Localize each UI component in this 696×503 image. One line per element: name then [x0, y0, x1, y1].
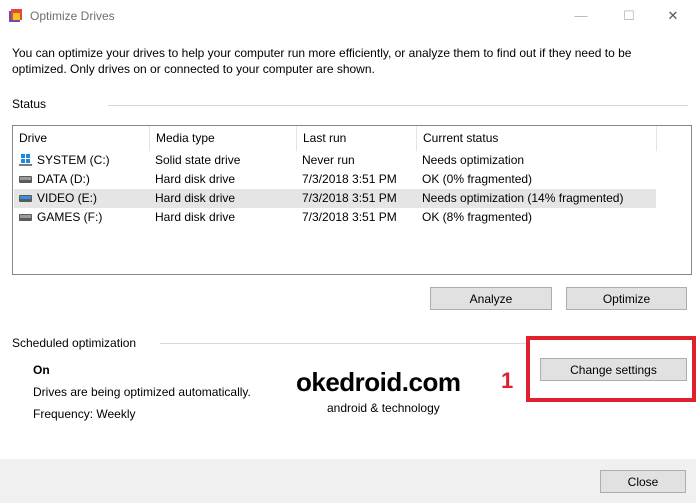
hard-drive-icon — [19, 176, 32, 183]
scheduled-section-label: Scheduled optimization — [12, 336, 137, 350]
drive-status: OK (0% fragmented) — [422, 172, 533, 186]
hard-drive-icon — [19, 214, 32, 221]
maximize-button[interactable]: ☐ — [606, 0, 652, 31]
optimize-drives-app-icon — [9, 9, 22, 22]
drive-row[interactable]: GAMES (F:) Hard disk drive 7/3/2018 3:51… — [14, 208, 656, 227]
column-header-drive[interactable]: Drive — [13, 126, 150, 151]
drive-last-run: 7/3/2018 3:51 PM — [302, 210, 397, 224]
change-settings-button[interactable]: Change settings — [540, 358, 687, 381]
watermark-tagline: android & technology — [327, 401, 440, 415]
drive-last-run: Never run — [302, 153, 355, 167]
column-header-media-type[interactable]: Media type — [150, 126, 297, 151]
status-section-label: Status — [12, 97, 47, 111]
drive-status: OK (8% fragmented) — [422, 210, 533, 224]
annotation-number: 1 — [501, 368, 514, 393]
drive-name: DATA (D:) — [37, 172, 90, 186]
drive-media-type: Solid state drive — [155, 153, 241, 167]
drives-list[interactable]: Drive Media type Last run Current status… — [12, 125, 692, 275]
analyze-button[interactable]: Analyze — [430, 287, 552, 310]
close-window-button[interactable]: ✕ — [650, 0, 696, 31]
drive-media-type: Hard disk drive — [155, 210, 236, 224]
close-button[interactable]: Close — [600, 470, 686, 493]
drive-name: SYSTEM (C:) — [37, 153, 110, 167]
schedule-state: On — [33, 363, 50, 377]
column-header-last-run[interactable]: Last run — [297, 126, 417, 151]
hard-drive-icon — [19, 195, 32, 202]
scheduled-divider — [160, 343, 528, 344]
drive-media-type: Hard disk drive — [155, 172, 236, 186]
schedule-description: Drives are being optimized automatically… — [33, 385, 251, 399]
dialog-footer: Close — [0, 459, 696, 503]
drive-last-run: 7/3/2018 3:51 PM — [302, 191, 397, 205]
optimize-button[interactable]: Optimize — [566, 287, 687, 310]
drive-row[interactable]: SYSTEM (C:) Solid state drive Never run … — [14, 151, 656, 170]
minimize-button[interactable]: — — [558, 0, 604, 31]
watermark-logo: okedroid.com — [296, 367, 461, 397]
window-title: Optimize Drives — [30, 9, 115, 23]
minimize-icon: — — [574, 8, 588, 23]
intro-text: You can optimize your drives to help you… — [12, 46, 632, 76]
close-icon: ✕ — [667, 7, 679, 23]
status-divider — [108, 105, 688, 106]
drive-status: Needs optimization — [422, 153, 525, 167]
drive-status: Needs optimization (14% fragmented) — [422, 191, 624, 205]
maximize-icon: ☐ — [623, 7, 635, 23]
column-header-current-status[interactable]: Current status — [417, 126, 657, 151]
drive-last-run: 7/3/2018 3:51 PM — [302, 172, 397, 186]
drive-name: GAMES (F:) — [37, 210, 103, 224]
drive-media-type: Hard disk drive — [155, 191, 236, 205]
title-bar: Optimize Drives — ☐ ✕ — [0, 0, 696, 31]
drive-row[interactable]: VIDEO (E:) Hard disk drive 7/3/2018 3:51… — [14, 189, 656, 208]
drive-row[interactable]: DATA (D:) Hard disk drive 7/3/2018 3:51 … — [14, 170, 656, 189]
schedule-frequency: Frequency: Weekly — [33, 407, 136, 421]
windows-drive-icon — [19, 154, 32, 166]
drive-name: VIDEO (E:) — [37, 191, 98, 205]
